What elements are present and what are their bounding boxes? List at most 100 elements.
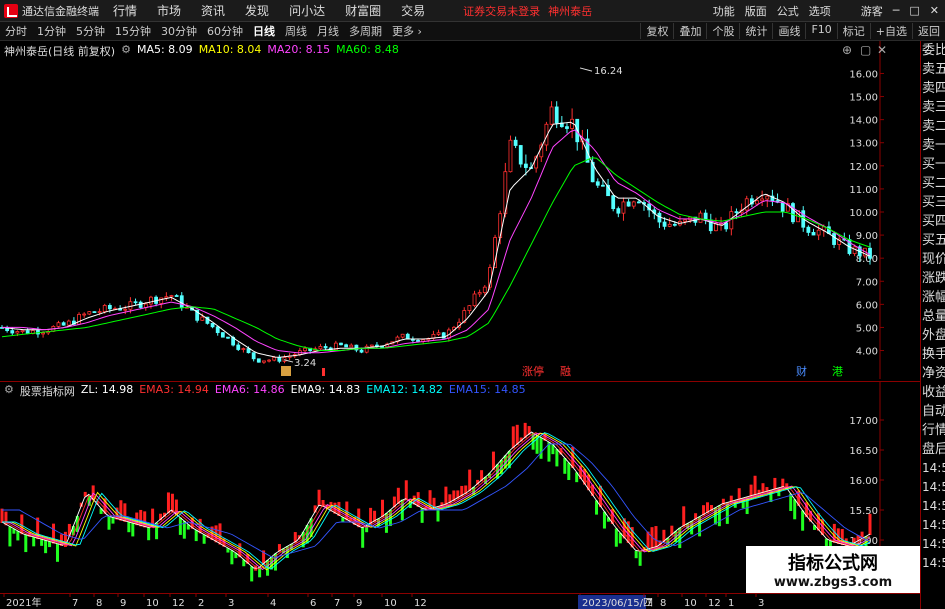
adjust-button[interactable]: 复权 xyxy=(640,23,673,39)
candle-body xyxy=(82,313,87,316)
menu-market-quotes[interactable]: 行情 xyxy=(113,2,137,19)
candle-body xyxy=(215,326,220,334)
add-watchlist-button[interactable]: +自选 xyxy=(869,23,912,39)
date-label: 9 xyxy=(120,598,126,609)
indicator-bar xyxy=(44,540,48,554)
legend-ma60: MA60: 8.48 xyxy=(336,43,399,56)
legend-ma20: MA20: 8.15 xyxy=(267,43,331,56)
f10-button[interactable]: F10 xyxy=(805,23,836,39)
period-multi[interactable]: 多周期 xyxy=(344,23,387,39)
mark-button[interactable]: 标记 xyxy=(836,23,870,39)
quote-row-label: 买一 xyxy=(922,157,945,172)
quote-row-label[interactable]: 自动 xyxy=(921,402,945,421)
indicator-bar xyxy=(24,534,28,553)
candle-body xyxy=(174,295,179,297)
panel-close-icon[interactable]: ✕ xyxy=(877,43,887,57)
candle-body xyxy=(164,296,169,299)
close-icon[interactable]: ✕ xyxy=(930,4,939,17)
draw-line-button[interactable]: 画线 xyxy=(772,23,805,39)
indicator-settings-icon[interactable]: ⚙ xyxy=(4,383,14,399)
candle-body xyxy=(667,223,672,227)
menu-wealth-circle[interactable]: 财富圈 xyxy=(345,2,381,19)
period-30min[interactable]: 30分钟 xyxy=(156,23,202,39)
panel-maximize-icon[interactable]: ▢ xyxy=(860,43,871,57)
quote-row-label: 现价 xyxy=(922,252,945,267)
period-more[interactable]: 更多 › xyxy=(387,23,427,39)
indicator-bar xyxy=(16,530,20,541)
candle-body xyxy=(601,184,605,187)
candle-body xyxy=(811,232,816,236)
indicator-bar xyxy=(202,534,206,544)
menu-formula[interactable]: 公式 xyxy=(777,3,799,19)
indicator-bar xyxy=(682,506,686,527)
quote-row-label: 外盘 xyxy=(922,328,945,343)
indicator-tick-label: 16.00 xyxy=(849,476,878,487)
indicator-bar xyxy=(515,424,519,445)
indicator-bar xyxy=(737,488,741,501)
period-60min[interactable]: 60分钟 xyxy=(202,23,248,39)
menu-market[interactable]: 市场 xyxy=(157,2,181,19)
statistics-button[interactable]: 统计 xyxy=(739,23,772,39)
menu-discover[interactable]: 发现 xyxy=(245,2,269,19)
menu-function[interactable]: 功能 xyxy=(713,3,735,19)
indicator-bar xyxy=(444,486,448,506)
quote-row-label[interactable]: 盘后 xyxy=(921,440,945,459)
period-intraday[interactable]: 分时 xyxy=(0,23,32,39)
back-button[interactable]: 返回 xyxy=(912,23,945,39)
indicator-bar xyxy=(749,484,753,497)
indicator-bar xyxy=(634,550,638,559)
menu-ask-xiaoda[interactable]: 问小达 xyxy=(289,2,325,19)
candle-body xyxy=(10,330,15,334)
menu-trade[interactable]: 交易 xyxy=(401,2,425,19)
menu-layout[interactable]: 版面 xyxy=(745,3,767,19)
candle-body xyxy=(102,305,107,312)
login-alert[interactable]: 证券交易未登录 xyxy=(463,3,540,19)
indicator-tick-label: 16.50 xyxy=(849,446,878,457)
date-label: 10 xyxy=(684,598,697,609)
candle-body xyxy=(87,311,92,315)
candle-body xyxy=(66,320,71,326)
chevron-right-icon: › xyxy=(417,25,422,38)
indicator-bar xyxy=(555,449,559,467)
menu-news[interactable]: 资讯 xyxy=(201,2,225,19)
quote-row-label[interactable]: 行情 xyxy=(921,421,945,440)
candle-body xyxy=(636,201,641,204)
price-tick-label: 13.00 xyxy=(849,139,878,150)
zoom-icon[interactable]: ⊕ xyxy=(842,43,852,57)
date-label: 9 xyxy=(356,598,362,609)
menu-options[interactable]: 选项 xyxy=(809,3,831,19)
candle-body xyxy=(611,195,616,210)
maximize-icon[interactable]: □ xyxy=(909,4,919,17)
high-pointer xyxy=(579,67,593,72)
quote-row-label: 委比 xyxy=(922,43,945,58)
period-monthly[interactable]: 月线 xyxy=(312,23,344,39)
candle-body xyxy=(780,201,785,212)
indicator-bar xyxy=(602,511,606,529)
legend-ema9: EMA9: 14.83 xyxy=(290,383,361,396)
period-daily[interactable]: 日线 xyxy=(248,23,280,39)
price-tick-label: 11.00 xyxy=(849,185,878,196)
candle-body xyxy=(349,344,354,348)
indicator-bar xyxy=(166,492,170,514)
price-tick-label: 6.00 xyxy=(856,300,878,311)
indicator-bar xyxy=(753,475,757,496)
kline-chart-panel[interactable]: 神州泰岳(日线 前复权) ⚙ MA5: 8.09 MA10: 8.04 MA20… xyxy=(0,41,920,379)
date-label: 12 xyxy=(414,598,427,609)
candle-body xyxy=(816,229,821,236)
user-label[interactable]: 游客 xyxy=(861,3,883,19)
candle-body xyxy=(323,346,328,349)
legend-ema3: EMA3: 14.94 xyxy=(139,383,209,396)
period-1min[interactable]: 1分钟 xyxy=(32,23,71,39)
period-15min[interactable]: 15分钟 xyxy=(110,23,156,39)
indicator-tick-label: 17.00 xyxy=(849,416,878,427)
minimize-icon[interactable]: ─ xyxy=(893,4,900,17)
period-weekly[interactable]: 周线 xyxy=(280,23,312,39)
overlay-button[interactable]: 叠加 xyxy=(673,23,706,39)
date-label: 7 xyxy=(72,598,78,609)
date-label: 8 xyxy=(660,598,666,609)
date-label: 2021年 xyxy=(6,596,41,609)
candle-body xyxy=(868,247,872,259)
period-5min[interactable]: 5分钟 xyxy=(71,23,110,39)
single-stock-button[interactable]: 个股 xyxy=(706,23,739,39)
settings-gear-icon[interactable]: ⚙ xyxy=(121,43,131,59)
